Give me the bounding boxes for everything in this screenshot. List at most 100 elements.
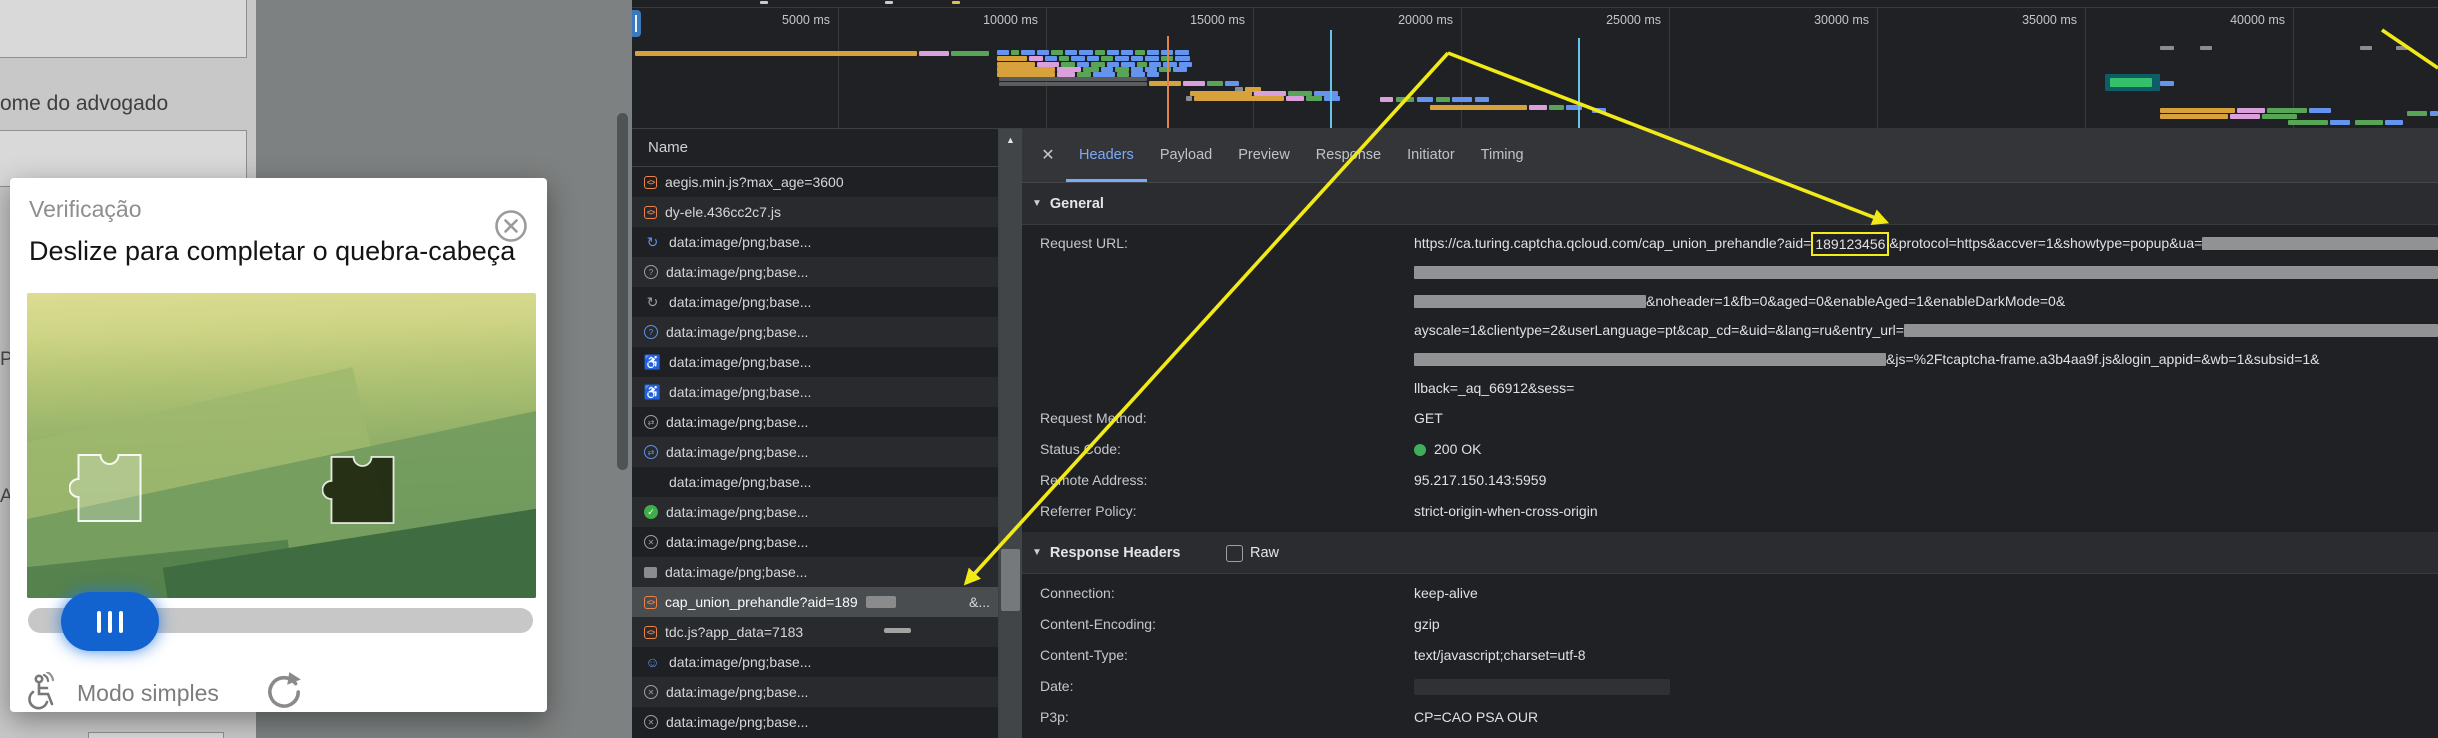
response-header-row: Date: <box>1040 671 2438 702</box>
redacted-url-segment <box>1904 324 2438 337</box>
header-name: Connection: <box>1040 578 1414 609</box>
response-header-row: P3p:CP=CAO PSA OUR <box>1040 702 2438 733</box>
x-gray-icon: ✕ <box>644 685 658 699</box>
request-url-label: Request URL: <box>1040 229 1414 403</box>
waterfall-bar <box>999 77 1147 81</box>
waterfall-bar <box>1101 56 1113 61</box>
access-blue-icon: ♿ <box>644 384 661 400</box>
timeline-tick-label: 5000 ms <box>782 13 830 27</box>
network-request-row[interactable]: ⇄data:image/png;base... <box>632 437 998 467</box>
waterfall-bar <box>1087 56 1099 61</box>
header-name: P3p: <box>1040 702 1414 733</box>
timeline-gridline <box>2085 8 2086 128</box>
captcha-slider-handle[interactable] <box>61 592 159 651</box>
network-request-row[interactable]: <>dy-ele.436cc2c7.js <box>632 197 998 227</box>
script-icon: <> <box>644 596 657 609</box>
request-name-label: data:image/png;base... <box>666 324 808 340</box>
tab-response[interactable]: Response <box>1303 128 1394 182</box>
x-gray-icon: ✕ <box>644 535 658 549</box>
network-request-row[interactable]: ?data:image/png;base... <box>632 257 998 287</box>
request-url-row: Request URL: https://ca.turing.captcha.q… <box>1040 229 2438 403</box>
waterfall-bar <box>1011 50 1019 55</box>
simple-mode-link[interactable]: Modo simples <box>77 680 219 707</box>
network-request-row[interactable]: ↻data:image/png;base... <box>632 287 998 317</box>
accessibility-icon[interactable] <box>26 672 66 717</box>
form-input-top[interactable] <box>0 0 247 58</box>
request-name-label: data:image/png;base... <box>666 414 808 430</box>
redacted-url-segment <box>2202 237 2438 250</box>
section-response-headers[interactable]: ▼ Response Headers Raw <box>1022 532 2438 574</box>
timeline-overview[interactable]: 5000 ms10000 ms15000 ms20000 ms25000 ms3… <box>632 0 2438 129</box>
puzzle-piece-slider[interactable] <box>69 454 142 522</box>
network-request-row[interactable]: ?data:image/png;base... <box>632 317 998 347</box>
devtools-panel: 5000 ms10000 ms15000 ms20000 ms25000 ms3… <box>632 0 2438 738</box>
waterfall-bar <box>1286 96 1304 101</box>
waterfall-bar <box>1529 105 1547 110</box>
tab-timing[interactable]: Timing <box>1468 128 1537 182</box>
redacted-header-value <box>1414 679 1670 695</box>
request-name-label: data:image/png;base... <box>669 234 811 250</box>
network-request-row[interactable]: data:image/png;base... <box>632 557 998 587</box>
timeline-gridline <box>1461 8 1462 128</box>
none-icon <box>644 474 661 490</box>
timeline-gridline <box>1669 8 1670 128</box>
scrollbar-thumb[interactable] <box>1001 549 1020 611</box>
details-tabbar: ✕ HeadersPayloadPreviewResponseInitiator… <box>1022 128 2438 183</box>
waterfall-bar <box>1045 56 1057 61</box>
waterfall-bar <box>2230 114 2260 119</box>
network-request-row[interactable]: ✕data:image/png;base... <box>632 707 998 737</box>
waterfall-bar <box>1107 50 1119 55</box>
waterfall-bar <box>1065 50 1077 55</box>
network-list-scrollbar[interactable]: ▲ <box>999 129 1022 738</box>
header-name: Pragma: <box>1040 733 1414 738</box>
waterfall-bar <box>1475 97 1489 102</box>
network-request-row[interactable]: ✓data:image/png;base... <box>632 497 998 527</box>
scrollbar-up-icon[interactable]: ▲ <box>999 129 1022 151</box>
timeline-gridline <box>1253 8 1254 128</box>
network-request-row[interactable]: <>cap_union_prehandle?aid=189&... <box>632 587 998 617</box>
request-name-label: tdc.js?app_data=7183 <box>665 624 803 640</box>
tab-headers[interactable]: Headers <box>1066 128 1147 182</box>
close-details-icon[interactable]: ✕ <box>1030 128 1066 182</box>
waterfall-bar <box>2385 120 2403 125</box>
network-request-row[interactable]: ⇄data:image/png;base... <box>632 407 998 437</box>
redacted-url-segment <box>1414 266 2438 279</box>
request-method-row: Request Method: GET <box>1040 403 2438 434</box>
request-name-label: data:image/png;base... <box>666 264 808 280</box>
waterfall-bar <box>997 56 1027 61</box>
timeline-selection-grip[interactable] <box>632 10 641 37</box>
timeline-tick-label: 10000 ms <box>983 13 1038 27</box>
network-request-row[interactable]: ☺data:image/png;base... <box>632 647 998 677</box>
network-column-header[interactable]: Name <box>632 129 998 167</box>
network-request-row[interactable]: ✕data:image/png;base... <box>632 527 998 557</box>
waterfall-bar <box>1149 81 1181 86</box>
access-gray-icon: ♿ <box>644 354 661 370</box>
waterfall-bar <box>635 51 917 56</box>
network-request-row[interactable]: <> tdc.js?app_data=7183 <box>632 617 998 647</box>
smiley-blue-icon: ☺ <box>644 654 661 670</box>
status-code-row: Status Code: 200 OK <box>1040 434 2438 465</box>
waterfall-bar <box>1135 50 1145 55</box>
refresh-icon[interactable] <box>262 670 304 717</box>
network-request-row[interactable]: ♿data:image/png;base... <box>632 377 998 407</box>
network-request-row[interactable]: ↻data:image/png;base... <box>632 227 998 257</box>
section-general[interactable]: ▼ General <box>1022 183 2438 225</box>
waterfall-bar <box>2262 114 2297 119</box>
waterfall-bar <box>2267 108 2307 113</box>
waterfall-bar <box>1452 97 1472 102</box>
script-icon: <> <box>644 626 657 639</box>
waterfall-bar <box>2110 78 2152 87</box>
request-name-label: data:image/png;base... <box>666 444 808 460</box>
tab-initiator[interactable]: Initiator <box>1394 128 1468 182</box>
network-request-row[interactable]: ✕data:image/png;base... <box>632 677 998 707</box>
tab-preview[interactable]: Preview <box>1225 128 1303 182</box>
network-request-row[interactable]: <>aegis.min.js?max_age=3600 <box>632 167 998 197</box>
waterfall-bar <box>1175 56 1190 61</box>
raw-checkbox[interactable] <box>1226 545 1243 562</box>
network-request-row[interactable]: ♿data:image/png;base... <box>632 347 998 377</box>
section-general-title: General <box>1050 196 1104 212</box>
waterfall-bar <box>1175 50 1189 55</box>
network-request-row[interactable]: data:image/png;base... <box>632 467 998 497</box>
tab-payload[interactable]: Payload <box>1147 128 1225 182</box>
page-scrollbar[interactable] <box>617 113 628 470</box>
